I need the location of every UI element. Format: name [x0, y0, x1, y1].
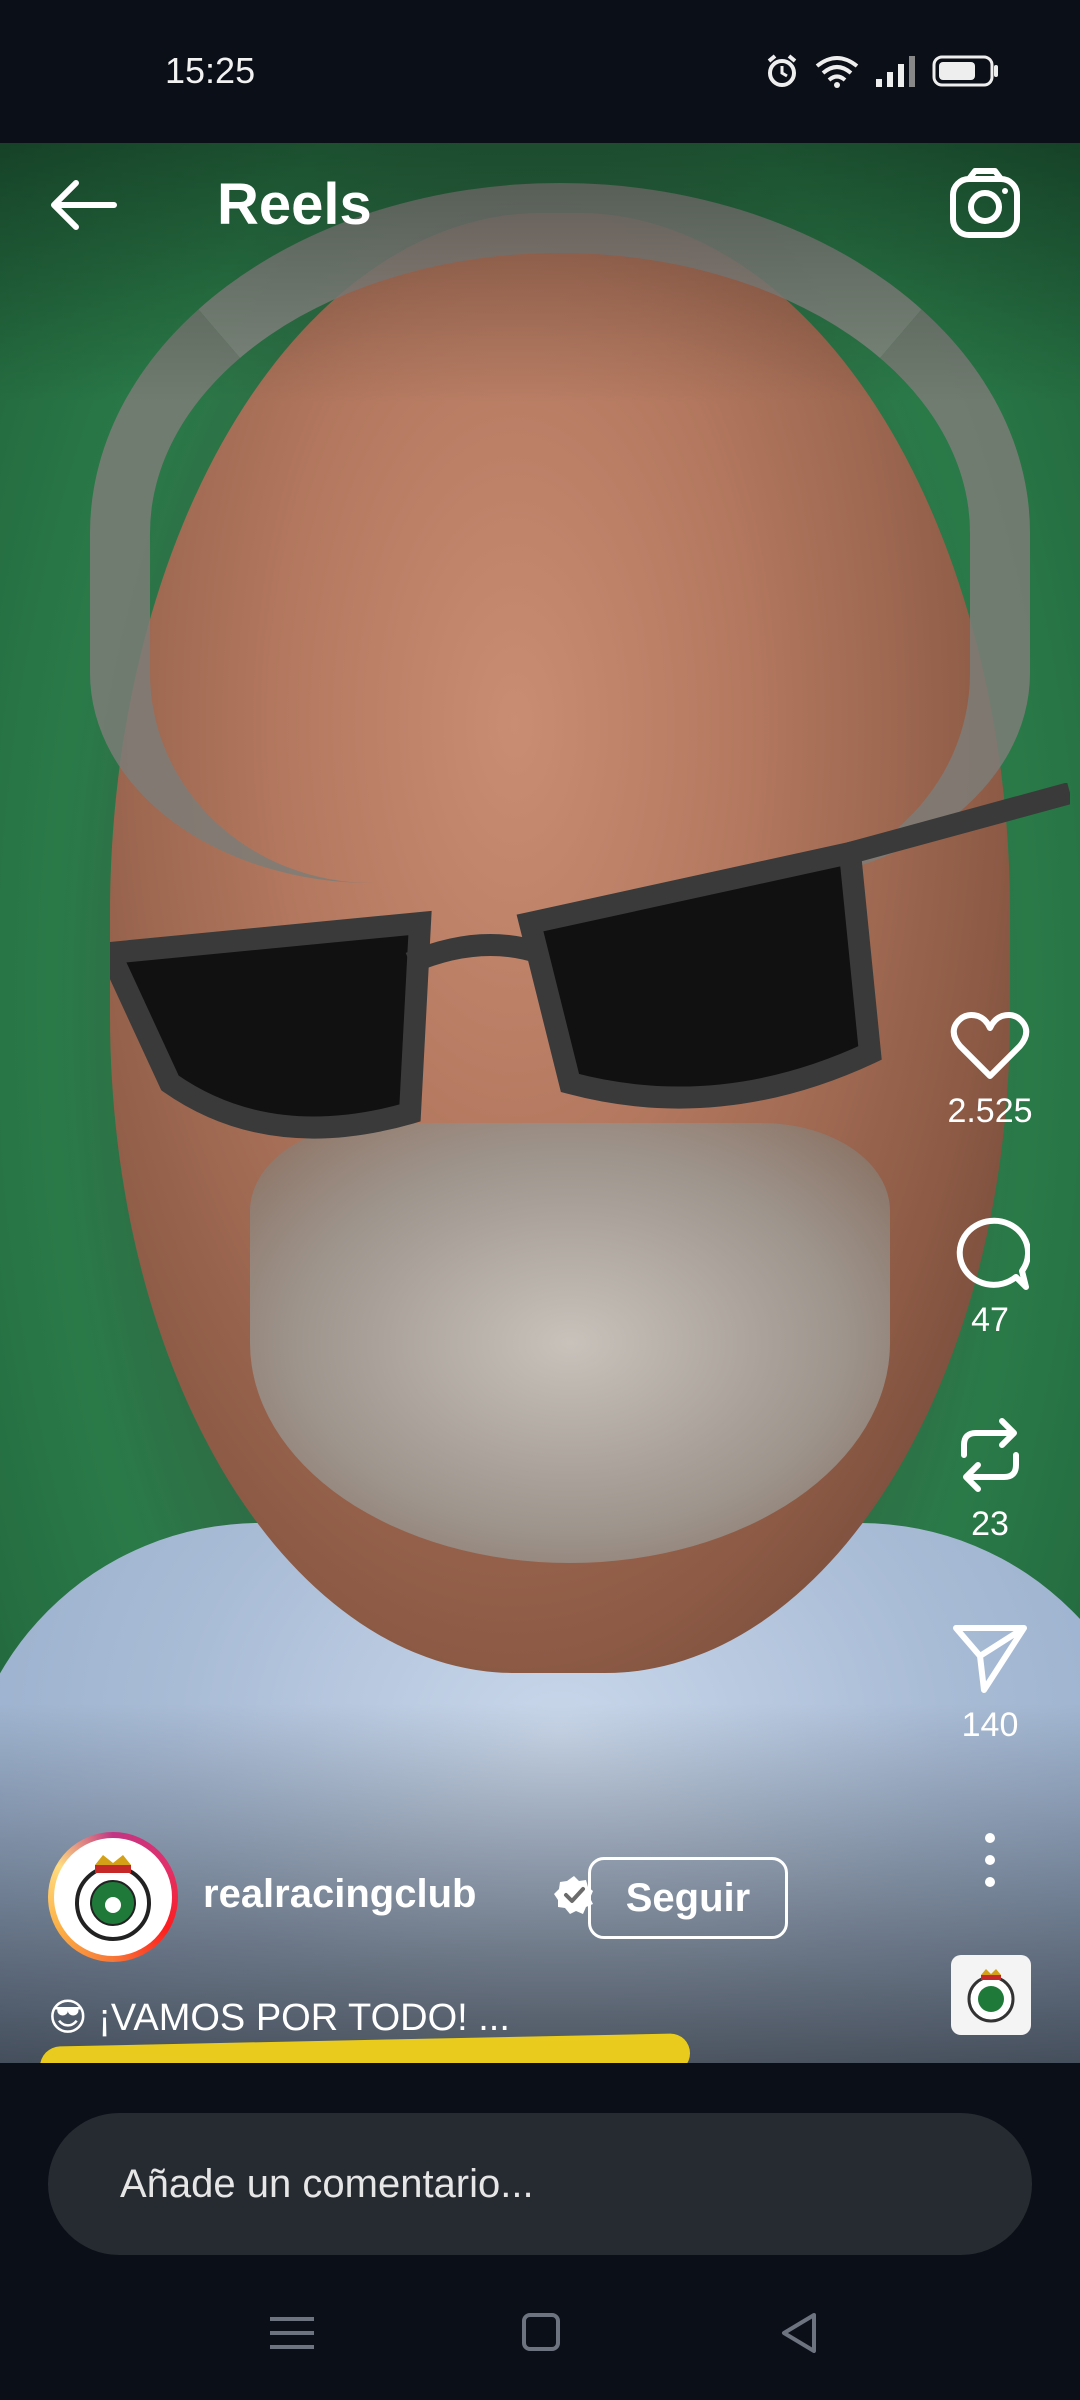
- camera-icon[interactable]: [945, 165, 1025, 245]
- battery-icon: [932, 55, 998, 87]
- club-crest-icon: [967, 1969, 1015, 2023]
- wifi-icon: [815, 56, 859, 88]
- video-beard: [250, 1123, 890, 1563]
- caption-emoji: 😎: [48, 1997, 88, 2039]
- reel-video[interactable]: [0, 143, 1080, 2063]
- comment-input[interactable]: [48, 2113, 1032, 2255]
- repost-icon[interactable]: [950, 1415, 1030, 1495]
- share-button[interactable]: 140: [940, 1620, 1040, 1745]
- caption-text: ¡VAMOS POR TODO! ...: [98, 1997, 510, 2039]
- comment-icon[interactable]: [950, 1215, 1030, 1291]
- heart-icon[interactable]: [950, 1010, 1030, 1082]
- username[interactable]: realracingclub: [203, 1872, 476, 1917]
- more-vertical-icon[interactable]: [965, 1830, 1015, 1890]
- avatar-image: [54, 1838, 172, 1956]
- reels-header: Reels: [0, 143, 1080, 263]
- follow-button[interactable]: Seguir: [588, 1857, 788, 1939]
- video-sunglasses: [110, 783, 1070, 1139]
- club-crest-icon: [75, 1855, 151, 1941]
- share-count: 140: [961, 1706, 1019, 1744]
- comment-count: 47: [971, 1301, 1009, 1339]
- status-time: 15:25: [165, 50, 256, 91]
- send-icon[interactable]: [950, 1620, 1030, 1696]
- caption[interactable]: 😎 ¡VAMOS POR TODO! ...: [48, 1995, 510, 2040]
- system-nav-bar: [0, 2263, 1080, 2400]
- like-button[interactable]: 2.525: [940, 1010, 1040, 1131]
- comment-area: [0, 2063, 1080, 2263]
- repost-count: 23: [971, 1505, 1009, 1543]
- audio-thumbnail[interactable]: [951, 1955, 1031, 2035]
- home-square-icon[interactable]: [510, 2313, 570, 2353]
- avatar[interactable]: [48, 1832, 178, 1962]
- page-title: Reels: [217, 172, 372, 237]
- signal-icon: [876, 56, 915, 87]
- back-triangle-icon[interactable]: [770, 2313, 830, 2353]
- comment-button[interactable]: 47: [940, 1215, 1040, 1340]
- author-row: realracingclub Seguir: [48, 1832, 908, 1962]
- menu-icon[interactable]: [262, 2313, 322, 2353]
- repost-button[interactable]: 23: [940, 1415, 1040, 1544]
- like-count: 2.525: [947, 1092, 1033, 1130]
- alarm-icon: [767, 54, 797, 87]
- status-icons: [764, 50, 1000, 92]
- arrow-left-icon[interactable]: [44, 175, 124, 235]
- status-bar: 15:25: [0, 0, 1080, 143]
